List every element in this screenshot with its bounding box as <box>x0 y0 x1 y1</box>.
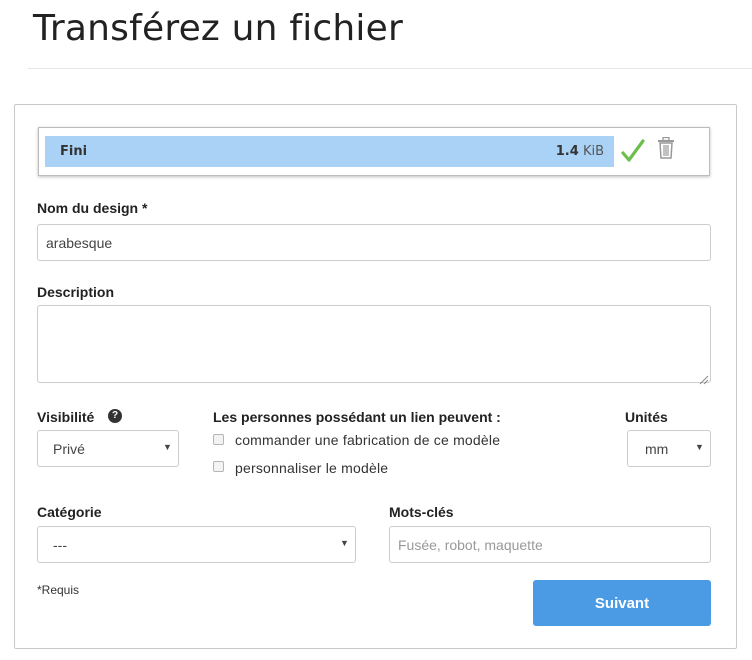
visibility-selected: Privé <box>53 441 85 457</box>
resize-grip-icon[interactable] <box>699 370 709 389</box>
check-icon <box>621 138 645 170</box>
file-size-unit: KiB <box>582 144 604 159</box>
upload-progress-bar: Fini 1.4 KiB <box>45 136 614 167</box>
description-label: Description <box>37 284 115 300</box>
file-size: 1.4 KiB <box>556 144 604 159</box>
order-fabrication-label: commander une fabrication de ce modèle <box>235 432 501 448</box>
upload-status: Fini <box>60 144 88 159</box>
units-label: Unités <box>625 409 668 425</box>
order-fabrication-checkbox[interactable] <box>213 434 224 445</box>
trash-icon[interactable] <box>657 136 675 163</box>
file-size-value: 1.4 <box>555 144 579 159</box>
chevron-down-icon: ▼ <box>340 538 349 548</box>
required-note: *Requis <box>37 583 80 597</box>
description-textarea[interactable] <box>37 305 711 383</box>
keywords-input[interactable]: Fusée, robot, maquette <box>389 526 711 563</box>
page-title: Transférez un fichier <box>33 8 403 49</box>
customize-model-checkbox[interactable] <box>213 461 224 472</box>
units-selected: mm <box>645 441 669 457</box>
units-select[interactable]: mm ▼ <box>627 430 711 467</box>
design-name-input[interactable]: arabesque <box>37 224 711 261</box>
customize-model-label: personnaliser le modèle <box>235 460 389 476</box>
keywords-label: Mots-clés <box>389 504 454 520</box>
chevron-down-icon: ▼ <box>695 442 704 452</box>
question-circle-icon[interactable]: ? <box>108 409 122 423</box>
keywords-placeholder: Fusée, robot, maquette <box>398 536 543 553</box>
visibility-label: Visibilité <box>37 409 95 425</box>
link-permissions-label: Les personnes possédant un lien peuvent … <box>213 409 501 425</box>
category-select[interactable]: --- ▼ <box>37 526 356 563</box>
category-selected: --- <box>53 537 67 553</box>
chevron-down-icon: ▼ <box>163 442 172 452</box>
design-name-label: Nom du design * <box>37 200 148 216</box>
title-divider <box>28 68 752 69</box>
visibility-select[interactable]: Privé ▼ <box>37 430 179 467</box>
category-label: Catégorie <box>37 504 102 520</box>
next-button[interactable]: Suivant <box>533 580 711 626</box>
